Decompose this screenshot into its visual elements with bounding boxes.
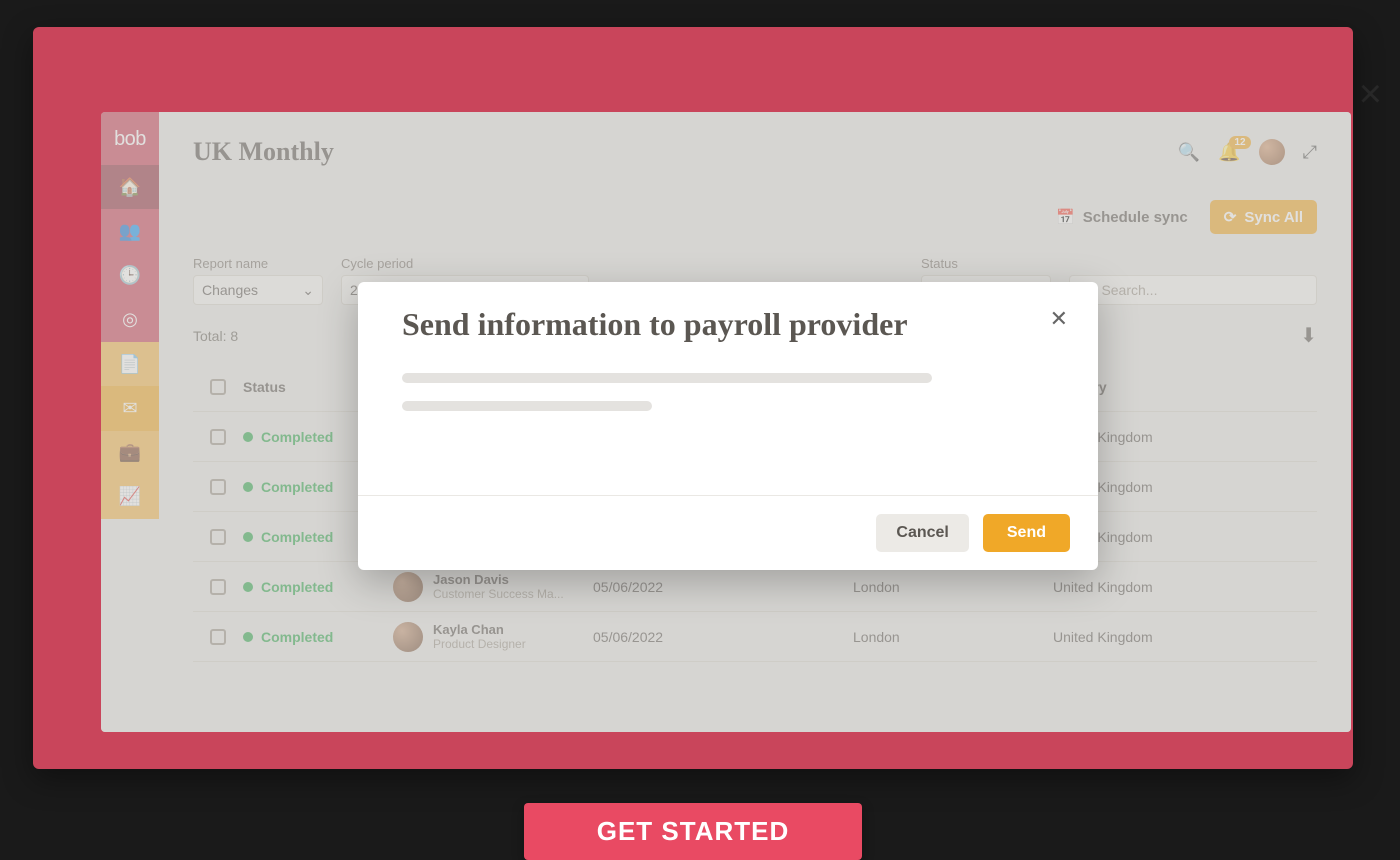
people-icon[interactable]: 👥 bbox=[101, 209, 159, 253]
outer-close-icon[interactable]: × bbox=[1359, 72, 1382, 117]
page-title: UK Monthly bbox=[193, 137, 334, 167]
send-payroll-dialog: Send information to payroll provider ✕ C… bbox=[358, 282, 1098, 570]
total-label: Total: 8 bbox=[193, 328, 238, 344]
skeleton-line bbox=[402, 373, 932, 383]
schedule-sync-link[interactable]: 📅 Schedule sync bbox=[1056, 208, 1188, 226]
row-checkbox[interactable] bbox=[210, 579, 226, 595]
calendar-icon: 📅 bbox=[1056, 208, 1075, 226]
expand-icon[interactable]: ⤢ bbox=[1303, 142, 1317, 163]
bell-icon[interactable]: 🔔 12 bbox=[1218, 142, 1240, 163]
status-filter-label: Status bbox=[921, 256, 1051, 271]
chart-icon[interactable]: 📈 bbox=[101, 475, 159, 519]
avatar[interactable] bbox=[1259, 139, 1285, 165]
sync-all-button[interactable]: ⟳ Sync All bbox=[1210, 200, 1317, 234]
employee-role: Customer Success Ma... bbox=[433, 587, 564, 601]
status-dot-icon bbox=[243, 482, 253, 492]
get-started-button[interactable]: GET STARTED bbox=[524, 803, 862, 860]
row-date: 05/06/2022 bbox=[593, 629, 853, 645]
search-icon[interactable]: 🔍 bbox=[1178, 142, 1200, 163]
status-dot-icon bbox=[243, 432, 253, 442]
row-country: United Kingdom bbox=[1053, 629, 1317, 645]
row-checkbox[interactable] bbox=[210, 479, 226, 495]
status-text: Completed bbox=[261, 579, 333, 595]
status-dot-icon bbox=[243, 632, 253, 642]
download-icon[interactable]: ⬇ bbox=[1300, 323, 1317, 348]
clock-icon[interactable]: 🕒 bbox=[101, 254, 159, 298]
table-row: Completed Kayla ChanProduct Designer 05/06… bbox=[193, 612, 1317, 662]
employee-name: Kayla Chan bbox=[433, 622, 526, 638]
search-placeholder: Search... bbox=[1101, 282, 1157, 298]
status-text: Completed bbox=[261, 629, 333, 645]
refresh-icon: ⟳ bbox=[1224, 208, 1237, 226]
report-value: Changes bbox=[202, 282, 258, 298]
row-checkbox[interactable] bbox=[210, 429, 226, 445]
status-dot-icon bbox=[243, 532, 253, 542]
avatar bbox=[393, 572, 423, 602]
briefcase-icon[interactable]: 💼 bbox=[101, 431, 159, 475]
avatar bbox=[393, 622, 423, 652]
status-text: Completed bbox=[261, 429, 333, 445]
sidebar: bob 🏠 👥 🕒 ◎ 📄 ✉ 💼 📈 bbox=[101, 112, 159, 519]
doc-icon[interactable]: 📄 bbox=[101, 342, 159, 386]
row-city: London bbox=[853, 579, 1053, 595]
promo-overlay: bob 🏠 👥 🕒 ◎ 📄 ✉ 💼 📈 UK Monthly 🔍 🔔 12 bbox=[33, 27, 1353, 769]
row-city: London bbox=[853, 629, 1053, 645]
notification-badge: 12 bbox=[1229, 136, 1250, 149]
schedule-sync-label: Schedule sync bbox=[1083, 209, 1188, 226]
target-icon[interactable]: ◎ bbox=[101, 298, 159, 342]
cycle-period-label: Cycle period bbox=[341, 256, 589, 271]
report-name-select[interactable]: Changes ⌄ bbox=[193, 275, 323, 305]
mail-icon[interactable]: ✉ bbox=[101, 386, 159, 430]
report-name-label: Report name bbox=[193, 256, 323, 271]
row-country: United Kingdom bbox=[1053, 579, 1317, 595]
dialog-title: Send information to payroll provider bbox=[402, 306, 908, 343]
home-icon[interactable]: 🏠 bbox=[101, 165, 159, 209]
skeleton-line bbox=[402, 401, 652, 411]
send-button[interactable]: Send bbox=[983, 514, 1070, 552]
close-icon[interactable]: ✕ bbox=[1048, 306, 1070, 332]
row-checkbox[interactable] bbox=[210, 629, 226, 645]
search-spacer bbox=[1069, 256, 1317, 271]
sync-all-label: Sync All bbox=[1244, 209, 1303, 226]
status-text: Completed bbox=[261, 529, 333, 545]
employee-role: Product Designer bbox=[433, 637, 526, 651]
row-date: 05/06/2022 bbox=[593, 579, 853, 595]
select-all-checkbox[interactable] bbox=[210, 379, 226, 395]
logo: bob bbox=[114, 128, 146, 151]
status-dot-icon bbox=[243, 582, 253, 592]
status-text: Completed bbox=[261, 479, 333, 495]
cancel-button[interactable]: Cancel bbox=[876, 514, 968, 552]
search-input[interactable]: 🔍 Search... bbox=[1069, 275, 1317, 305]
chevron-down-icon: ⌄ bbox=[302, 282, 314, 299]
row-checkbox[interactable] bbox=[210, 529, 226, 545]
employee-name: Jason Davis bbox=[433, 572, 564, 588]
dialog-body bbox=[358, 343, 1098, 429]
